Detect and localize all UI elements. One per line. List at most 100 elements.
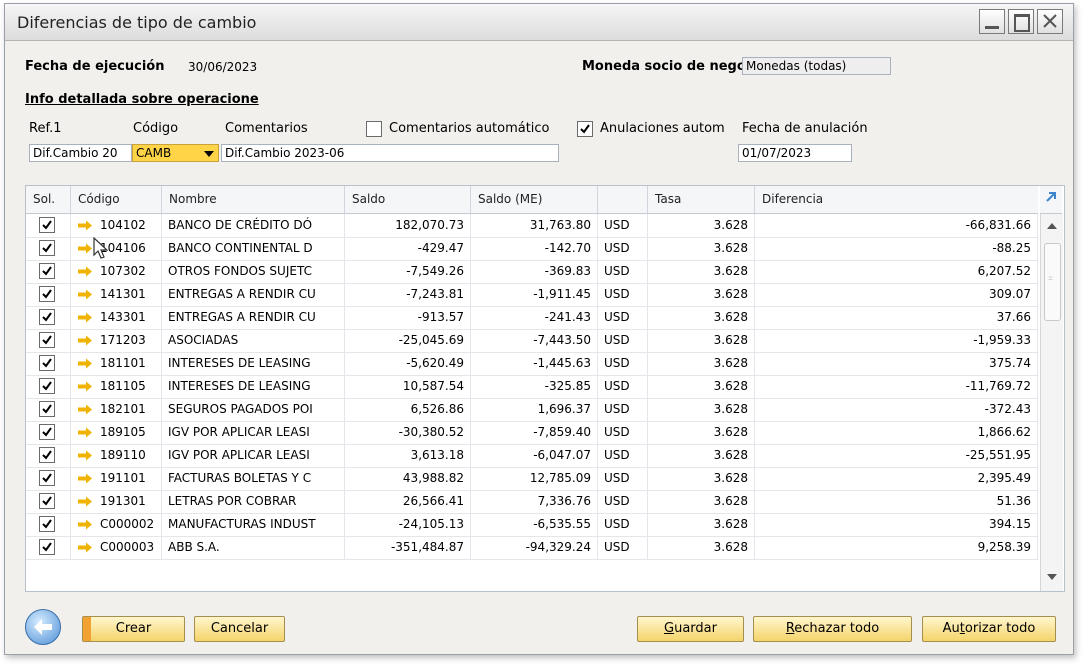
dif-cell: -66,831.66 [755, 214, 1038, 237]
scroll-down-button[interactable] [1041, 567, 1063, 587]
cancel-date-field[interactable]: 01/07/2023 [738, 144, 852, 162]
link-arrow-icon[interactable] [77, 404, 93, 415]
link-arrow-icon[interactable] [77, 450, 93, 461]
table-row[interactable]: 104106 BANCO CONTINENTAL D -429.47 -142.70 U… [26, 237, 1038, 261]
table-row[interactable]: 181101 INTERESES DE LEASING -5,620.49 -1,44… [26, 352, 1038, 376]
table-row[interactable]: 182101 SEGUROS PAGADOS POI 6,526.86 1,696.3… [26, 398, 1038, 422]
scroll-thumb[interactable] [1044, 243, 1061, 321]
col-saldo[interactable]: Saldo [345, 186, 471, 213]
table-row[interactable]: C000002 MANUFACTURAS INDUST -24,105.13 -6,5… [26, 513, 1038, 537]
vertical-scrollbar[interactable] [1040, 214, 1063, 591]
link-arrow-icon[interactable] [77, 266, 93, 277]
table-row[interactable]: C000003 ABB S.A. -351,484.87 -94,329.24 USD 3… [26, 536, 1038, 560]
minimize-button[interactable] [979, 9, 1005, 34]
maximize-button[interactable] [1008, 9, 1034, 34]
link-arrow-icon[interactable] [77, 312, 93, 323]
table-row[interactable]: 107302 OTROS FONDOS SUJETC -7,549.26 -369.8… [26, 260, 1038, 284]
checkmark-icon [42, 427, 52, 437]
code-cell: 107302 [71, 260, 162, 283]
row-checkbox[interactable] [39, 332, 55, 348]
row-checkbox[interactable] [39, 539, 55, 555]
row-checkbox[interactable] [39, 424, 55, 440]
checkmark-icon [42, 381, 52, 391]
codigo-combo[interactable]: CAMB [132, 144, 219, 162]
link-arrow-icon[interactable] [77, 427, 93, 438]
table-row[interactable]: 191301 LETRAS POR COBRAR 26,566.41 7,336.76… [26, 490, 1038, 514]
comentarios-field[interactable]: Dif.Cambio 2023-06 [221, 144, 559, 162]
row-checkbox[interactable] [39, 217, 55, 233]
row-checkbox[interactable] [39, 470, 55, 486]
table-row[interactable]: 104102 BANCO DE CRÉDITO DÓ 182,070.73 31,76… [26, 214, 1038, 238]
col-currency[interactable] [598, 186, 648, 213]
close-button[interactable] [1037, 9, 1063, 34]
currency-field[interactable]: Monedas (todas) [742, 57, 891, 75]
guardar-button[interactable]: Guardar [637, 616, 744, 642]
currency-label: Moneda socio de negoci [582, 59, 758, 74]
table-row[interactable]: 189110 IGV POR APLICAR LEASI 3,613.18 -6,04… [26, 444, 1038, 468]
row-checkbox[interactable] [39, 401, 55, 417]
tasa-cell: 3.628 [648, 375, 755, 398]
dif-cell: -88.25 [755, 237, 1038, 260]
auto-comments-checkbox[interactable] [366, 121, 382, 137]
link-arrow-icon[interactable] [77, 496, 93, 507]
saldo_me-cell: 1,696.37 [471, 398, 598, 421]
name-cell: ENTREGAS A RENDIR CU [162, 283, 345, 306]
col-tasa[interactable]: Tasa [648, 186, 755, 213]
name-cell: BANCO DE CRÉDITO DÓ [162, 214, 345, 237]
saldo-cell: -5,620.49 [345, 352, 471, 375]
row-checkbox[interactable] [39, 447, 55, 463]
row-checkbox[interactable] [39, 263, 55, 279]
link-arrow-icon[interactable] [77, 335, 93, 346]
tasa-cell: 3.628 [648, 214, 755, 237]
back-button[interactable] [25, 609, 61, 645]
row-checkbox[interactable] [39, 309, 55, 325]
link-arrow-icon[interactable] [77, 289, 93, 300]
table-row[interactable]: 141301 ENTREGAS A RENDIR CU -7,243.81 -1,91… [26, 283, 1038, 307]
cur-cell: USD [598, 490, 648, 513]
col-codigo[interactable]: Código [71, 186, 162, 213]
col-sol[interactable]: Sol. [26, 186, 71, 213]
saldo-cell: -30,380.52 [345, 421, 471, 444]
auto-cancel-checkbox[interactable] [577, 121, 593, 137]
table-row[interactable]: 189105 IGV POR APLICAR LEASI -30,380.52 -7,… [26, 421, 1038, 445]
col-saldo-me[interactable]: Saldo (ME) [471, 186, 598, 213]
row-checkbox[interactable] [39, 493, 55, 509]
dif-cell: -11,769.72 [755, 375, 1038, 398]
link-arrow-icon[interactable] [77, 519, 93, 530]
cancelar-button[interactable]: Cancelar [194, 616, 285, 642]
link-arrow-icon[interactable] [77, 220, 93, 231]
row-checkbox[interactable] [39, 355, 55, 371]
code-cell: 181105 [71, 375, 162, 398]
table-row[interactable]: 143301 ENTREGAS A RENDIR CU -913.57 -241.43… [26, 306, 1038, 330]
sol-cell [26, 352, 71, 375]
link-arrow-icon[interactable] [77, 358, 93, 369]
chevron-down-icon[interactable] [204, 151, 214, 157]
row-checkbox[interactable] [39, 286, 55, 302]
ref1-field[interactable]: Dif.Cambio 20 [29, 144, 132, 162]
col-diferencia[interactable]: Diferencia [755, 186, 1038, 213]
code-cell: 143301 [71, 306, 162, 329]
row-checkbox[interactable] [39, 516, 55, 532]
rechazar-todo-button[interactable]: Rechazar todo [753, 616, 912, 642]
name-cell: IGV POR APLICAR LEASI [162, 421, 345, 444]
crear-button[interactable]: Crear [82, 616, 185, 642]
col-nombre[interactable]: Nombre [162, 186, 345, 213]
table-row[interactable]: 171203 ASOCIADAS -25,045.69 -7,443.50 USD 3.6… [26, 329, 1038, 353]
autorizar-todo-button[interactable]: Autorizar todo [922, 616, 1056, 642]
dif-cell: 37.66 [755, 306, 1038, 329]
row-checkbox[interactable] [39, 240, 55, 256]
accounts-table: Sol. Código Nombre Saldo Saldo (ME) Tasa… [25, 185, 1065, 592]
table-row[interactable]: 181105 INTERESES DE LEASING 10,587.54 -325.… [26, 375, 1038, 399]
saldo-cell: 43,988.82 [345, 467, 471, 490]
saldo-cell: 6,526.86 [345, 398, 471, 421]
dif-cell: 309.07 [755, 283, 1038, 306]
title-bar[interactable]: Diferencias de tipo de cambio [5, 4, 1073, 41]
link-arrow-icon[interactable] [77, 381, 93, 392]
scroll-up-button[interactable] [1041, 216, 1063, 236]
link-arrow-icon[interactable] [77, 542, 93, 553]
table-row[interactable]: 191101 FACTURAS BOLETAS Y C 43,988.82 12,78… [26, 467, 1038, 491]
expand-icon[interactable] [1044, 190, 1058, 204]
link-arrow-icon[interactable] [77, 243, 93, 254]
row-checkbox[interactable] [39, 378, 55, 394]
link-arrow-icon[interactable] [77, 473, 93, 484]
